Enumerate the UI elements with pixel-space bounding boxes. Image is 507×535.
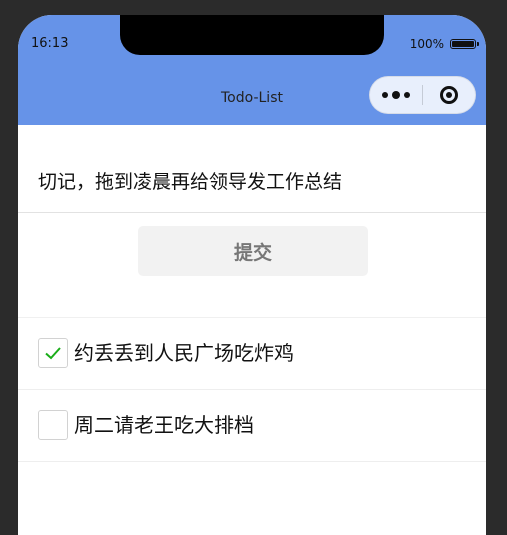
mini-program-capsule: [369, 76, 476, 114]
checkmark-icon: [45, 347, 61, 360]
todo-input-row: [18, 155, 486, 213]
status-right: 100%: [409, 37, 479, 51]
todo-label: 约丢丢到人民广场吃炸鸡: [74, 341, 294, 365]
more-dots-icon[interactable]: [370, 77, 422, 113]
phone-screen: 16:13 100% Todo-List 提交 约丢丢到人民广场吃炸: [18, 15, 486, 535]
todo-input[interactable]: [38, 165, 468, 195]
todo-label: 周二请老王吃大排档: [74, 413, 254, 437]
navigation-header: 16:13 100% Todo-List: [18, 15, 486, 125]
list-item: 约丢丢到人民广场吃炸鸡: [18, 318, 486, 390]
battery-icon: [450, 39, 479, 49]
device-notch: [120, 15, 384, 55]
todo-checkbox-checked[interactable]: [38, 338, 68, 368]
battery-percent: 100%: [409, 37, 444, 51]
status-time: 16:13: [31, 36, 69, 51]
submit-button[interactable]: 提交: [138, 226, 368, 276]
list-item: 周二请老王吃大排档: [18, 390, 486, 462]
todo-checkbox[interactable]: [38, 410, 68, 440]
target-circle-icon[interactable]: [423, 77, 475, 113]
todo-list: 约丢丢到人民广场吃炸鸡 周二请老王吃大排档: [18, 317, 486, 462]
